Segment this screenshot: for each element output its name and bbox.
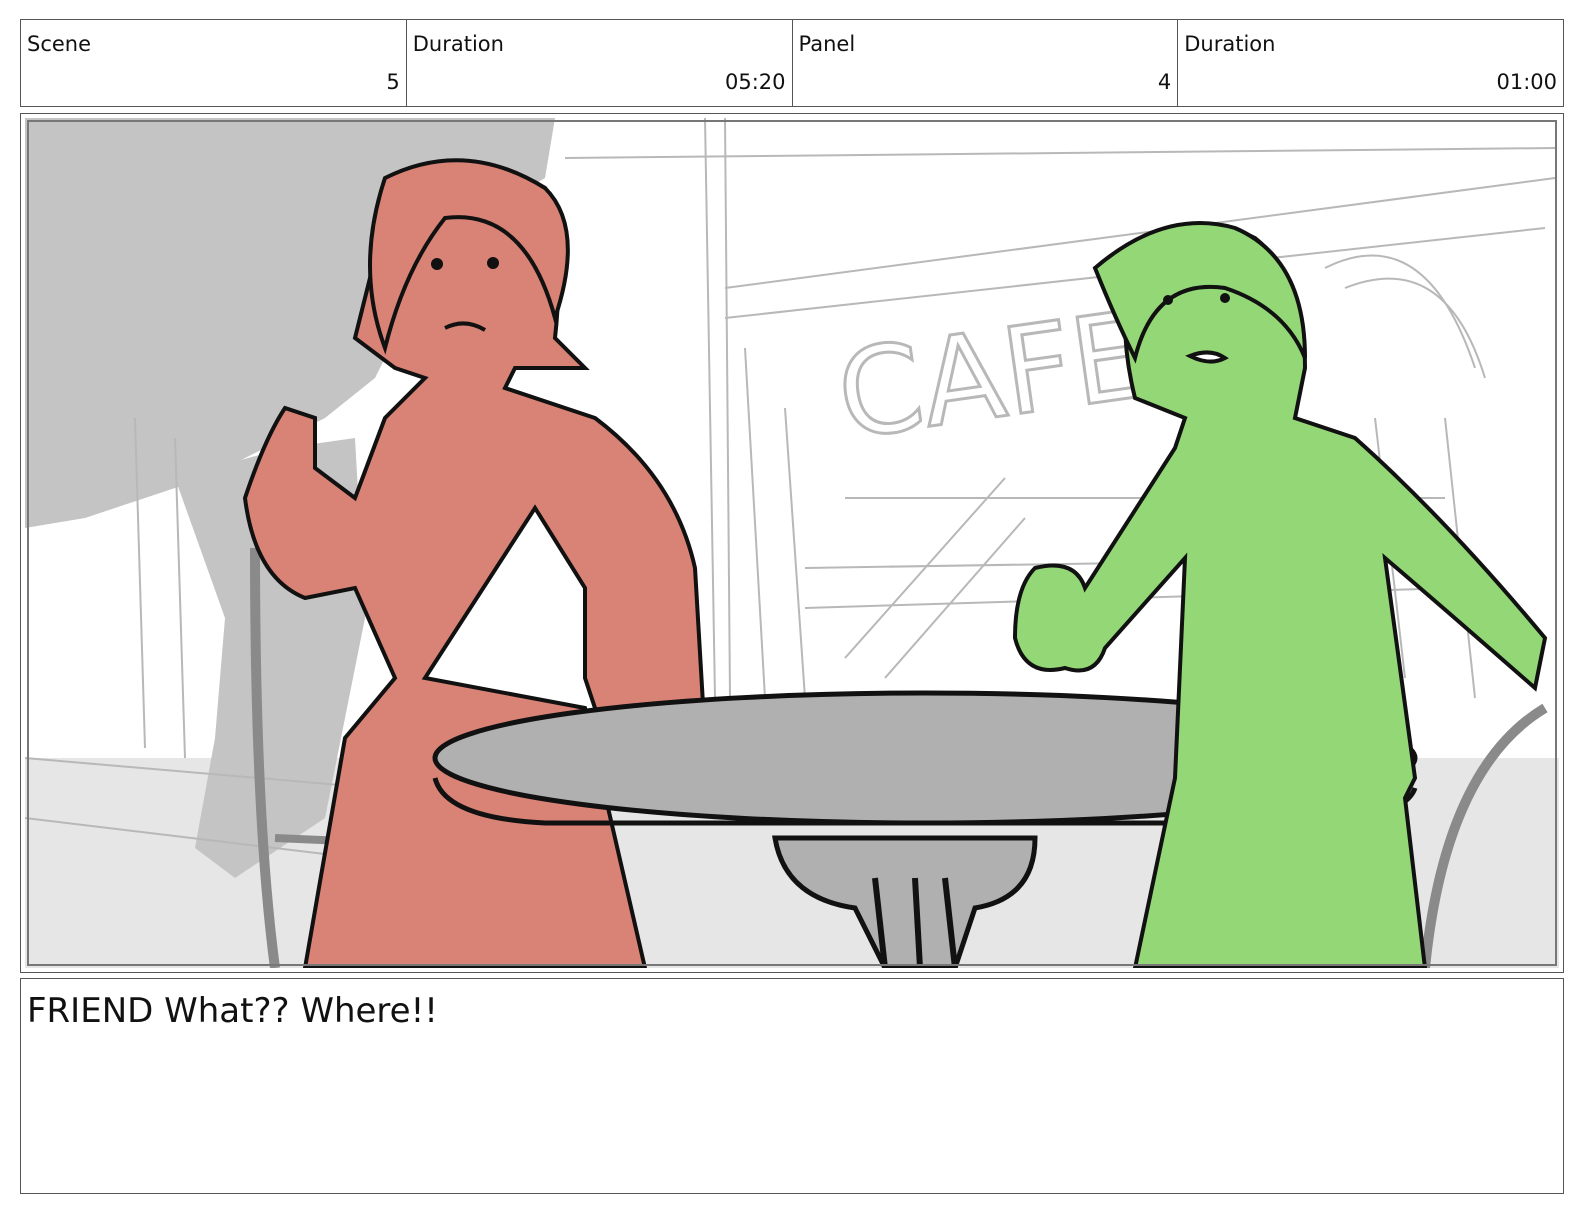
panel-header: Scene 5 Duration 05:20 Panel 4 Duration …	[20, 19, 1564, 107]
scene-duration-value: 05:20	[724, 70, 786, 94]
action-notes: FRIEND What?? Where!!	[20, 978, 1564, 1194]
panel-cell: Panel 4	[793, 20, 1179, 106]
scene-duration-label: Duration	[412, 32, 504, 56]
panel-duration-cell: Duration 01:00	[1178, 20, 1563, 106]
storyboard-sketch: CAFE	[25, 118, 1559, 968]
storyboard-panel: CAFE	[20, 113, 1564, 973]
dialogue-text: FRIEND What?? Where!!	[27, 991, 438, 1031]
panel-value: 4	[1157, 70, 1172, 94]
panel-label: Panel	[798, 32, 856, 56]
scene-label: Scene	[27, 32, 92, 56]
scene-cell: Scene 5	[21, 20, 407, 106]
scene-value: 5	[386, 70, 400, 94]
panel-duration-value: 01:00	[1496, 70, 1557, 94]
panel-duration-label: Duration	[1184, 32, 1276, 56]
cafe-sign: CAFE	[830, 286, 1157, 467]
scene-duration-cell: Duration 05:20	[407, 20, 793, 106]
